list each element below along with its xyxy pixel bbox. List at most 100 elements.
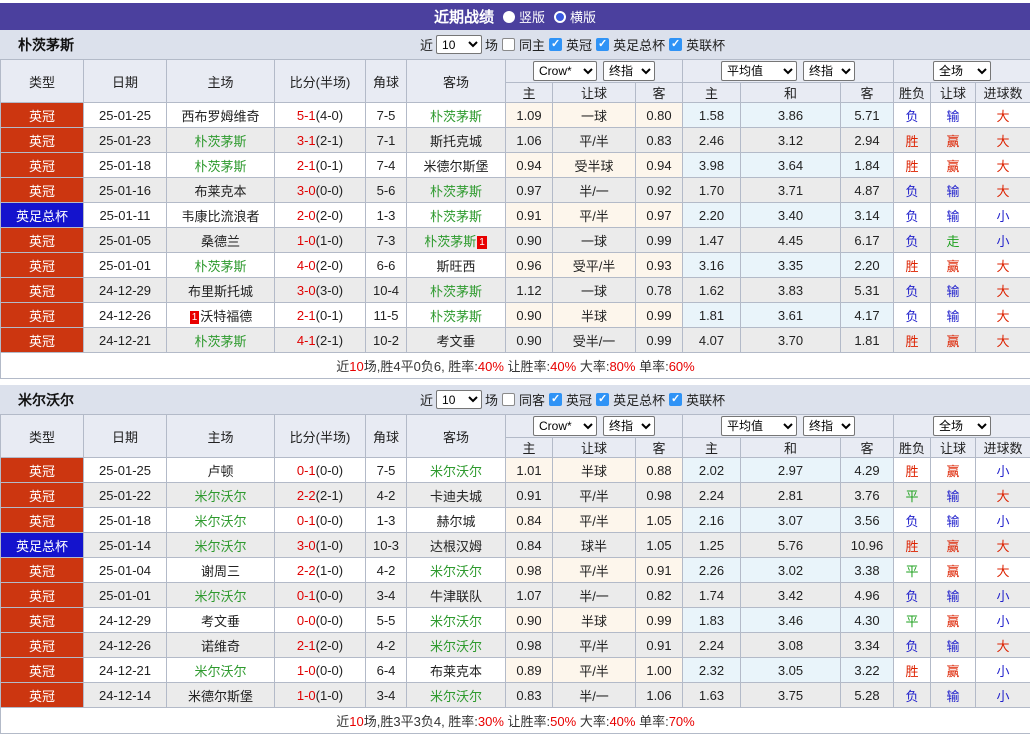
home-team-cell: 布里斯托城 — [166, 277, 275, 303]
same-venue-checkbox[interactable] — [502, 38, 516, 51]
away-team-cell: 米尔沃尔 — [406, 457, 506, 483]
avg-draw-cell: 3.05 — [740, 657, 841, 683]
home-team-cell: 米尔沃尔 — [166, 482, 275, 508]
handicap-cell: 平/半 — [552, 657, 636, 683]
home-team-cell: 米尔沃尔 — [166, 657, 275, 683]
corner-cell: 11-5 — [365, 302, 407, 328]
avg-draw-cell: 5.76 — [740, 532, 841, 558]
rounds-select[interactable]: 10 — [436, 35, 483, 54]
summary-text: 近10场,胜4平0负6, 胜率:40% 让胜率:40% 大率:80% 单率:60… — [0, 352, 1030, 379]
home-team-cell: 谢周三 — [166, 557, 275, 583]
odds-stage-select[interactable]: 终指 — [603, 416, 655, 436]
avg-draw-cell: 3.40 — [740, 202, 841, 228]
score-cell: 3-0(1-0) — [274, 532, 366, 558]
odds-stage-select[interactable]: 终指 — [603, 61, 655, 81]
home-odds-cell: 0.98 — [505, 557, 553, 583]
handicap-result-cell: 赢 — [930, 327, 976, 353]
handicap-cell: 一球 — [552, 277, 636, 303]
avg-away-cell: 4.96 — [840, 582, 894, 608]
goals-result-cell: 小 — [974, 657, 1030, 683]
avg-home-cell: 3.16 — [682, 252, 741, 278]
date-cell: 24-12-21 — [83, 327, 167, 353]
layout-radio-horizontal[interactable]: 横版 — [554, 7, 596, 26]
goals-result-cell: 小 — [974, 507, 1030, 533]
score-cell: 4-1(2-1) — [274, 327, 366, 353]
table-row: 英冠 25-01-25 西布罗姆维奇 5-1(4-0) 7-5 朴茨茅斯 1.09 一球 0.8… — [0, 102, 1030, 128]
league-badge-cell: 英冠 — [0, 457, 84, 483]
table-row: 英冠 25-01-18 米尔沃尔 0-1(0-0) 1-3 赫尔城 0.84 平/半 1.05 2… — [0, 507, 1030, 533]
avg-away-cell: 6.17 — [840, 227, 894, 253]
result-cell: 平 — [893, 482, 931, 508]
avg-draw-cell: 3.02 — [740, 557, 841, 583]
goals-result-cell: 小 — [974, 682, 1030, 708]
corner-cell: 5-5 — [365, 607, 407, 633]
away-odds-cell: 0.99 — [635, 327, 683, 353]
league-badge-cell: 英足总杯 — [0, 202, 84, 228]
league-badge-cell: 英冠 — [0, 557, 84, 583]
rounds-select[interactable]: 10 — [436, 390, 483, 409]
avg-stage-select[interactable]: 终指 — [803, 416, 855, 436]
league-badge-cell: 英冠 — [0, 152, 84, 178]
handicap-result-cell: 输 — [930, 302, 976, 328]
team-section-header: 朴茨茅斯 近 10 场 同主 ✓ 英冠 ✓ 英足总杯 ✓ 英联杯 — [0, 30, 1030, 59]
result-cell: 胜 — [893, 327, 931, 353]
sub-goals: 进球数 — [974, 82, 1030, 103]
result-cell: 负 — [893, 682, 931, 708]
corner-cell: 1-3 — [365, 507, 407, 533]
team-section-millwall: 米尔沃尔 近 10 场 同客 ✓ 英冠 ✓ 英足总杯 ✓ 英联杯 类型 日期 主… — [0, 385, 1030, 734]
avg-draw-cell: 3.46 — [740, 607, 841, 633]
league-checkbox-facup[interactable]: ✓ — [596, 393, 610, 406]
handicap-result-cell: 输 — [930, 177, 976, 203]
home-team-cell: 朴茨茅斯 — [166, 327, 275, 353]
league-checkbox-eflcup[interactable]: ✓ — [669, 38, 683, 51]
goals-result-cell: 大 — [974, 327, 1030, 353]
avg-draw-cell: 3.75 — [740, 682, 841, 708]
away-odds-cell: 0.99 — [635, 302, 683, 328]
goals-result-cell: 大 — [974, 632, 1030, 658]
handicap-cell: 半球 — [552, 607, 636, 633]
score-cell: 2-1(2-0) — [274, 632, 366, 658]
league-badge-cell: 英冠 — [0, 657, 84, 683]
bookmaker-select[interactable]: Crow* — [533, 416, 597, 436]
away-odds-cell: 0.99 — [635, 607, 683, 633]
league-checkbox-eflcup[interactable]: ✓ — [669, 393, 683, 406]
scope-select[interactable]: 全场 — [933, 416, 992, 436]
near-label: 近 — [420, 38, 434, 53]
avg-away-cell: 4.17 — [840, 302, 894, 328]
same-venue-checkbox[interactable] — [502, 393, 516, 406]
average-select[interactable]: 平均值 — [721, 61, 797, 81]
league-checkbox-championship[interactable]: ✓ — [549, 393, 563, 406]
date-cell: 24-12-14 — [83, 682, 167, 708]
check-icon: ✓ — [597, 393, 608, 405]
table-row: 英冠 24-12-29 考文垂 0-0(0-0) 5-5 米尔沃尔 0.90 半球 0.99 1.… — [0, 607, 1030, 633]
scope-group-header: 全场 — [892, 414, 1030, 438]
handicap-result-cell: 赢 — [930, 657, 976, 683]
col-corner: 角球 — [365, 59, 407, 103]
table-row: 英冠 24-12-14 米德尔斯堡 1-0(1-0) 3-4 米尔沃尔 0.83 半/一 1.0… — [0, 682, 1030, 708]
goals-result-cell: 小 — [974, 227, 1030, 253]
score-cell: 1-0(1-0) — [274, 682, 366, 708]
away-odds-cell: 0.88 — [635, 457, 683, 483]
avg-away-cell: 5.71 — [840, 102, 894, 128]
avg-draw-cell: 3.12 — [740, 127, 841, 153]
result-cell: 负 — [893, 277, 931, 303]
league-checkbox-championship[interactable]: ✓ — [549, 38, 563, 51]
col-score: 比分(半场) — [274, 59, 366, 103]
away-team-cell: 米德尔斯堡 — [406, 152, 506, 178]
handicap-result-cell: 输 — [930, 277, 976, 303]
scope-select[interactable]: 全场 — [933, 61, 992, 81]
away-team-cell: 牛津联队 — [406, 582, 506, 608]
bookmaker-select[interactable]: Crow* — [533, 61, 597, 81]
league-checkbox-facup[interactable]: ✓ — [596, 38, 610, 51]
avg-stage-select[interactable]: 终指 — [803, 61, 855, 81]
home-odds-cell: 0.97 — [505, 177, 553, 203]
score-cell: 2-0(2-0) — [274, 202, 366, 228]
result-cell: 胜 — [893, 252, 931, 278]
average-select[interactable]: 平均值 — [721, 416, 797, 436]
table-row: 英冠 25-01-18 朴茨茅斯 2-1(0-1) 7-4 米德尔斯堡 0.94 受半球 0.9… — [0, 152, 1030, 178]
sub-handicap-result: 让球 — [930, 82, 976, 103]
corner-cell: 7-5 — [365, 457, 407, 483]
away-team-cell: 朴茨茅斯 — [406, 102, 506, 128]
layout-radio-vertical[interactable]: 竖版 — [502, 7, 545, 26]
home-odds-cell: 0.83 — [505, 682, 553, 708]
